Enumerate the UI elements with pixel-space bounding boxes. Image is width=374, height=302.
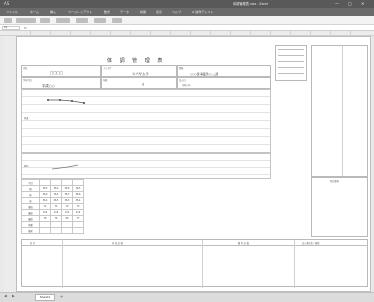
tab-formulas[interactable]: 数式 xyxy=(104,10,110,14)
name-value: □□□□ xyxy=(50,71,63,75)
tab-page-layout[interactable]: ページレイアウト xyxy=(68,10,92,14)
temperature-chart: 体温 xyxy=(21,89,271,153)
prev-sheet-icon[interactable]: ◀ xyxy=(4,294,7,298)
row-label: 備考 xyxy=(21,227,40,234)
title-bar: AS 体調管理表.xlsx - Excel — □ ✕ xyxy=(0,0,374,8)
tab-view[interactable]: 表示 xyxy=(156,10,162,14)
add-sheet-button[interactable]: + xyxy=(60,294,63,299)
pulse-chart: 脈拍 xyxy=(21,153,271,179)
cells-group[interactable] xyxy=(112,18,122,23)
birthdate-label: 生年月日 xyxy=(23,79,32,82)
fx-icon[interactable]: fx xyxy=(24,26,27,30)
tab-data[interactable]: データ xyxy=(120,10,129,14)
sheet-tabs-bar: ◀ ▶ Sheet1 + xyxy=(0,292,374,302)
age-cell[interactable]: 年齢 歳 xyxy=(101,77,177,89)
footer-header-category: 区 分 xyxy=(30,242,36,245)
name-cell[interactable]: 氏名 □□□□ xyxy=(21,65,101,77)
date-label: 記入日 xyxy=(179,79,186,82)
sheet-tab-1[interactable]: Sheet1 xyxy=(35,294,55,301)
footer-records[interactable]: 区 分 内 容 記 載 備 考 記 載 記入者氏名 / 確認 xyxy=(21,239,368,288)
font-size-box[interactable] xyxy=(40,18,50,23)
maximize-button[interactable]: □ xyxy=(348,1,352,6)
info-panel xyxy=(275,45,307,81)
number-format-group[interactable] xyxy=(76,18,88,23)
side-memo-column[interactable] xyxy=(311,45,368,177)
document-title: 体 調 管 理 表 xyxy=(107,58,166,64)
autosave-toggle[interactable]: AS xyxy=(4,1,9,6)
font-box[interactable] xyxy=(16,18,36,23)
department-label: 所属 xyxy=(179,67,184,70)
temperature-line-svg xyxy=(47,99,85,104)
name-label: 氏名 xyxy=(23,67,28,70)
next-sheet-icon[interactable]: ▶ xyxy=(12,294,15,298)
furigana-value: ツバサムラ xyxy=(132,72,149,76)
tab-review[interactable]: 校閲 xyxy=(140,10,146,14)
footer-header-signature: 記入者氏名 / 確認 xyxy=(302,242,320,245)
furigana-cell[interactable]: フリガナ ツバサムラ xyxy=(101,65,177,77)
tab-file[interactable]: ファイル xyxy=(6,10,18,14)
paste-icon[interactable] xyxy=(4,18,12,23)
worksheet-grid[interactable]: 体 調 管 理 表 氏名 □□□□ フリガナ ツバサムラ 所属 ○○○課 事業部… xyxy=(16,36,371,292)
tab-insert[interactable]: 挿入 xyxy=(50,10,56,14)
footer-header-content: 内 容 記 載 xyxy=(112,242,123,245)
footer-header-remarks: 備 考 記 載 xyxy=(238,242,249,245)
close-button[interactable]: ✕ xyxy=(361,1,364,6)
minimize-button[interactable]: — xyxy=(335,1,339,6)
row-header xyxy=(4,36,16,292)
pulse-line-svg xyxy=(51,164,79,170)
notes-header: 特記事項 xyxy=(330,180,339,183)
vitals-table: 月日朝 36.5 36.4 36.6 36.5 昼 36.6 36.5 36.7 36.6 夜 36.… xyxy=(21,179,84,234)
ribbon-tabs: ファイル ホーム 挿入 ページレイアウト 数式 データ 校閲 表示 ヘルプ Q … xyxy=(0,8,374,16)
tab-tell-me[interactable]: Q 操作アシスト xyxy=(192,10,213,14)
department-value: ○○○課 事業部○○ △課 xyxy=(190,73,218,76)
window-title: 体調管理表.xlsx - Excel xyxy=(233,2,268,6)
birthdate-cell[interactable]: 生年月日 平成○○ xyxy=(21,77,101,89)
age-value: 歳 xyxy=(142,83,145,86)
birthdate-value: 平成○○ xyxy=(42,84,55,88)
table-cell[interactable] xyxy=(39,227,51,234)
name-box[interactable]: A1 xyxy=(2,26,20,30)
tab-help[interactable]: ヘルプ xyxy=(172,10,181,14)
table-row: 備考 xyxy=(21,227,84,234)
age-label: 年齢 xyxy=(103,79,108,82)
styles-group[interactable] xyxy=(94,18,106,23)
table-cell[interactable] xyxy=(50,227,62,234)
tab-home[interactable]: ホーム xyxy=(30,10,39,14)
table-cell[interactable] xyxy=(72,227,84,234)
ribbon-toolbar xyxy=(0,16,374,25)
notes-box[interactable]: 特記事項 xyxy=(311,177,368,237)
date-value: 令和○年 xyxy=(182,84,191,87)
date-cell[interactable]: 記入日 令和○年 xyxy=(177,77,271,89)
department-cell[interactable]: 所属 ○○○課 事業部○○ △課 xyxy=(177,65,271,77)
furigana-label: フリガナ xyxy=(103,67,112,70)
alignment-group[interactable] xyxy=(56,18,70,23)
table-cell[interactable] xyxy=(61,227,73,234)
